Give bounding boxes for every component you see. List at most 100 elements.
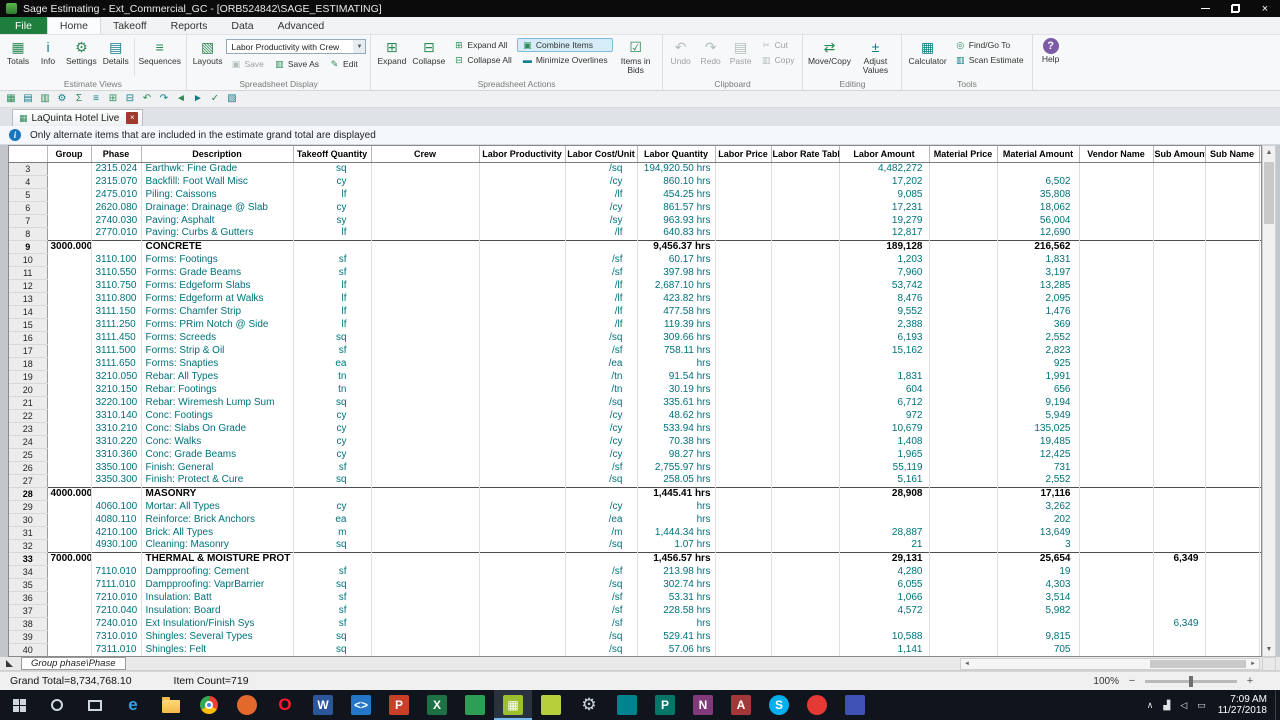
cell[interactable] bbox=[929, 305, 998, 318]
cell[interactable]: /cy bbox=[565, 448, 638, 461]
cell[interactable] bbox=[1205, 604, 1260, 617]
cell[interactable] bbox=[371, 435, 480, 448]
cell[interactable] bbox=[1153, 279, 1206, 292]
cell[interactable] bbox=[1205, 162, 1260, 175]
cell[interactable] bbox=[371, 305, 480, 318]
cell[interactable] bbox=[1153, 227, 1206, 240]
cell[interactable] bbox=[371, 214, 480, 227]
row-number[interactable]: 32 bbox=[9, 539, 48, 553]
cell[interactable] bbox=[47, 422, 92, 435]
item-row[interactable]: 19 3210.050 Rebar: All Types tn/tn 91.54 hrs… bbox=[9, 370, 1261, 384]
cell[interactable]: ea bbox=[293, 513, 372, 526]
cell[interactable] bbox=[929, 539, 998, 552]
cell[interactable]: Rebar: Footings bbox=[141, 383, 294, 396]
taskbar-app-blue-icon[interactable] bbox=[836, 690, 874, 720]
hidden-icons-icon[interactable]: ∧ bbox=[1147, 700, 1154, 711]
cell[interactable] bbox=[1079, 266, 1154, 279]
cell[interactable] bbox=[1079, 305, 1154, 318]
taskbar-edge-icon[interactable]: e bbox=[114, 690, 152, 720]
taskbar-app-red-dot-icon[interactable] bbox=[798, 690, 836, 720]
cell[interactable]: /sf bbox=[565, 617, 638, 630]
cell[interactable]: 98.27 hrs bbox=[637, 448, 716, 461]
cell[interactable]: ea bbox=[293, 357, 372, 370]
cell[interactable]: 9,085 bbox=[839, 188, 930, 201]
cell[interactable]: 4060.100 bbox=[91, 500, 142, 513]
cell[interactable]: /sf bbox=[565, 344, 638, 357]
cell[interactable] bbox=[929, 513, 998, 526]
cell[interactable]: 1,456.57 hrs bbox=[637, 551, 716, 565]
cell[interactable]: 1,476 bbox=[997, 305, 1080, 318]
cell[interactable] bbox=[479, 461, 566, 474]
cell[interactable]: 2,388 bbox=[839, 318, 930, 331]
cell[interactable] bbox=[1079, 604, 1154, 617]
cell[interactable]: Rebar: Wiremesh Lump Sum bbox=[141, 396, 294, 409]
cell[interactable]: 4,572 bbox=[839, 604, 930, 617]
cell[interactable] bbox=[47, 591, 92, 604]
item-row[interactable]: 17 3111.500 Forms: Strip & Oil sf/sf 758.11 … bbox=[9, 344, 1261, 358]
cell[interactable] bbox=[715, 331, 772, 344]
cell[interactable]: Insulation: Board bbox=[141, 604, 294, 617]
cell[interactable]: cy bbox=[293, 448, 372, 461]
cell[interactable] bbox=[771, 396, 840, 409]
row-number[interactable]: 13 bbox=[9, 292, 48, 306]
row-number[interactable]: 9 bbox=[9, 239, 48, 254]
cell[interactable] bbox=[715, 318, 772, 331]
cell[interactable]: 3110.800 bbox=[91, 292, 142, 305]
cell[interactable]: 29,131 bbox=[839, 551, 930, 565]
cell[interactable]: 6,055 bbox=[839, 578, 930, 591]
cell[interactable] bbox=[715, 239, 772, 253]
cell[interactable] bbox=[715, 292, 772, 305]
cell[interactable]: /cy bbox=[565, 422, 638, 435]
cell[interactable]: 758.11 hrs bbox=[637, 344, 716, 357]
cell[interactable] bbox=[1205, 526, 1260, 539]
cell[interactable] bbox=[1079, 344, 1154, 357]
cell[interactable]: 3110.550 bbox=[91, 266, 142, 279]
cell[interactable]: 705 bbox=[997, 643, 1080, 656]
item-row[interactable]: 39 7310.010 Shingles: Several Types sq/sq 52… bbox=[9, 630, 1261, 644]
cell[interactable] bbox=[47, 318, 92, 331]
cell[interactable] bbox=[1205, 409, 1260, 422]
taskbar-access-icon[interactable]: A bbox=[722, 690, 760, 720]
cell[interactable] bbox=[1205, 331, 1260, 344]
cell[interactable]: 1,066 bbox=[839, 591, 930, 604]
layouts-button[interactable]: ▧ Layouts bbox=[190, 36, 226, 78]
cell[interactable] bbox=[929, 461, 998, 474]
cell[interactable] bbox=[1079, 486, 1154, 500]
cell[interactable]: sq bbox=[293, 474, 372, 487]
cell[interactable] bbox=[929, 279, 998, 292]
cell[interactable]: Dampproofing: Cement bbox=[141, 565, 294, 578]
cell[interactable] bbox=[371, 239, 480, 253]
row-number[interactable]: 16 bbox=[9, 331, 48, 345]
cell[interactable] bbox=[1205, 305, 1260, 318]
vertical-scrollbar[interactable]: ▲ ▼ bbox=[1262, 145, 1276, 657]
cell[interactable]: /cy bbox=[565, 175, 638, 188]
cell[interactable] bbox=[1205, 175, 1260, 188]
cell[interactable] bbox=[47, 357, 92, 370]
cell[interactable]: lf bbox=[293, 279, 372, 292]
cell[interactable] bbox=[565, 486, 638, 500]
cell[interactable] bbox=[1079, 175, 1154, 188]
cell[interactable] bbox=[1153, 305, 1206, 318]
row-number[interactable]: 39 bbox=[9, 630, 48, 644]
cell[interactable] bbox=[1205, 448, 1260, 461]
cell[interactable] bbox=[371, 539, 480, 552]
cell[interactable]: /lf bbox=[565, 318, 638, 331]
item-row[interactable]: 7 2740.030 Paving: Asphalt sy/sy 963.93 hrs 1… bbox=[9, 214, 1261, 228]
cell[interactable]: 861.57 hrs bbox=[637, 201, 716, 214]
cell[interactable] bbox=[771, 239, 840, 253]
cell[interactable] bbox=[997, 162, 1080, 175]
cell[interactable] bbox=[1079, 539, 1154, 552]
cell[interactable]: 3111.150 bbox=[91, 305, 142, 318]
cell[interactable] bbox=[1079, 422, 1154, 435]
cell[interactable] bbox=[929, 253, 998, 266]
cell[interactable]: 8,476 bbox=[839, 292, 930, 305]
cell[interactable] bbox=[479, 383, 566, 396]
tab-takeoff[interactable]: Takeoff bbox=[101, 17, 159, 34]
cell[interactable]: m bbox=[293, 526, 372, 539]
cell[interactable] bbox=[929, 370, 998, 383]
cell[interactable]: Mortar: All Types bbox=[141, 500, 294, 513]
cell[interactable] bbox=[771, 253, 840, 266]
cell[interactable] bbox=[771, 630, 840, 643]
cell[interactable]: 7,960 bbox=[839, 266, 930, 279]
cell[interactable]: /ea bbox=[565, 357, 638, 370]
